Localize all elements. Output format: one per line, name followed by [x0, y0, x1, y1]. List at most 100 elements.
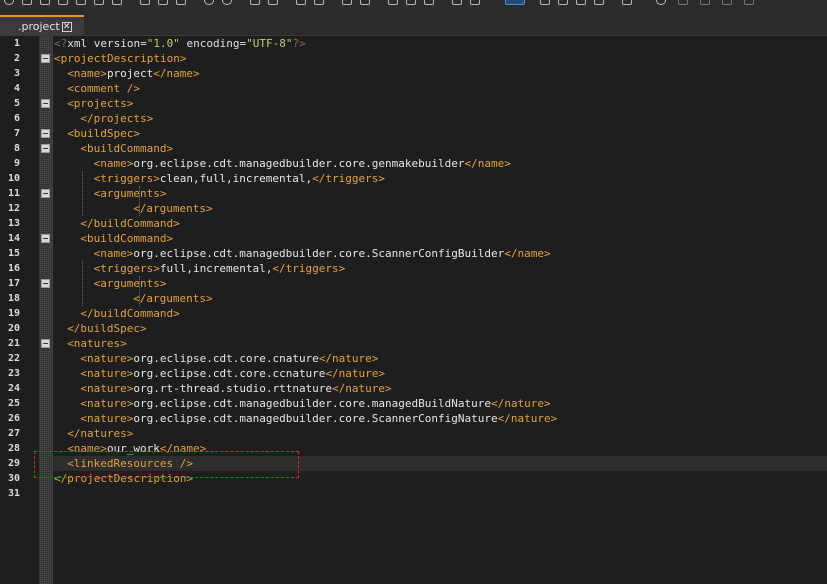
toolbar-new-icon[interactable]: [4, 0, 14, 5]
tab-label: .project: [18, 20, 60, 33]
indent-guide: [139, 276, 140, 306]
fold-collapse-icon[interactable]: [41, 189, 50, 198]
line-number: 27: [7, 428, 20, 439]
code-token: </arguments>: [133, 202, 213, 215]
code-line: <nature>org.eclipse.cdt.core.cnature</na…: [80, 351, 378, 366]
toolbar-save-macro-icon[interactable]: [744, 0, 754, 5]
line-number: 19: [7, 308, 20, 319]
line-number-gutter: 1 2 3 4 5 6 7 8 9 10 11 12 13 14 15 16 17 18 19 20 21 22 23 24 2…: [0, 36, 39, 584]
code-token: org.eclipse.cdt.core.ccnature: [133, 367, 326, 380]
code-token: <triggers>: [93, 262, 160, 275]
toolbar-redo-icon[interactable]: [222, 0, 232, 5]
line-number: 17: [7, 278, 20, 289]
toolbar-zoom-out-icon[interactable]: [314, 0, 324, 5]
code-token: </nature>: [491, 397, 551, 410]
indent-guide: [82, 171, 83, 216]
toolbar-open-icon[interactable]: [22, 0, 32, 5]
code-token: <comment />: [67, 82, 141, 95]
code-token: <nature>: [80, 397, 134, 410]
line-number: 10: [7, 173, 20, 184]
code-token: </nature>: [332, 382, 392, 395]
toolbar-zoom-in-icon[interactable]: [296, 0, 306, 5]
toolbar-replace-icon[interactable]: [268, 0, 278, 5]
line-number: 15: [7, 248, 20, 259]
code-token: </buildCommand>: [80, 217, 180, 230]
indent-guide: [139, 186, 140, 216]
code-line: <name>org.eclipse.cdt.managedbuilder.cor…: [94, 246, 551, 261]
code-token: project: [106, 67, 154, 80]
fold-collapse-icon[interactable]: [41, 234, 50, 243]
fold-collapse-icon[interactable]: [41, 129, 50, 138]
code-token: full,incremental,: [159, 262, 273, 275]
close-icon[interactable]: ✕: [61, 21, 72, 32]
toolbar-monitor-icon[interactable]: [558, 0, 568, 5]
code-line: <arguments>: [94, 276, 167, 291]
code-line: </buildSpec>: [67, 321, 146, 336]
toolbar-undo-icon[interactable]: [204, 0, 214, 5]
line-number: 23: [7, 368, 20, 379]
toolbar-copy-icon[interactable]: [158, 0, 168, 5]
code-token: <name>: [67, 67, 107, 80]
code-token: <buildSpec>: [67, 127, 141, 140]
toolbar-macro-icon[interactable]: [594, 0, 604, 5]
toolbar-function-list-icon[interactable]: [505, 0, 525, 5]
code-line: <arguments>: [94, 186, 167, 201]
code-line: <buildCommand>: [80, 231, 173, 246]
line-number: 16: [7, 263, 20, 274]
toolbar-find-icon[interactable]: [250, 0, 260, 5]
toolbar-stop-icon[interactable]: [678, 0, 688, 5]
toolbar-spell-icon[interactable]: [576, 0, 586, 5]
toolbar-lang-icon[interactable]: [452, 0, 462, 5]
code-token: ?>: [292, 37, 306, 50]
toolbar-paste-icon[interactable]: [176, 0, 186, 5]
code-line: <nature>org.rt-thread.studio.rttnature</…: [80, 381, 391, 396]
toolbar-wrap-icon[interactable]: [388, 0, 398, 5]
toolbar-sync-h-icon[interactable]: [360, 0, 370, 5]
code-token: xml version=: [67, 37, 147, 50]
fold-collapse-icon[interactable]: [41, 54, 50, 63]
fold-collapse-icon[interactable]: [41, 99, 50, 108]
code-editor[interactable]: <?xml version="1.0" encoding="UTF-8"?> <p…: [53, 36, 827, 584]
code-line: <natures>: [67, 336, 127, 351]
toolbar-cut-icon[interactable]: [140, 0, 150, 5]
line-number: 2: [13, 53, 20, 64]
line-number: 25: [7, 398, 20, 409]
code-token: <nature>: [80, 367, 134, 380]
code-token: </nature>: [318, 352, 379, 365]
toolbar-folder-workspace-icon[interactable]: [540, 0, 550, 5]
toolbar-indent-guide-icon[interactable]: [424, 0, 434, 5]
code-line: </buildCommand>: [80, 216, 179, 231]
toolbar-close-icon[interactable]: [76, 0, 86, 5]
fold-collapse-icon[interactable]: [41, 279, 50, 288]
code-token: </buildCommand>: [80, 307, 180, 320]
code-line: <?xml version="1.0" encoding="UTF-8"?>: [54, 36, 306, 51]
code-token: <nature>: [80, 382, 134, 395]
toolbar-save-all-icon[interactable]: [58, 0, 68, 5]
code-token: org.eclipse.cdt.managedbuilder.core.Scan…: [133, 412, 498, 425]
code-token: <natures>: [67, 337, 127, 350]
code-token: <?: [54, 37, 68, 50]
toolbar-close-all-icon[interactable]: [94, 0, 104, 5]
fold-collapse-icon[interactable]: [41, 144, 50, 153]
toolbar-play-multi-icon[interactable]: [722, 0, 732, 5]
toolbar-print-icon[interactable]: [112, 0, 122, 5]
code-line: <buildSpec>: [67, 126, 140, 141]
fold-margin[interactable]: [39, 36, 53, 584]
toolbar-all-chars-icon[interactable]: [406, 0, 416, 5]
code-line: <name>org.eclipse.cdt.managedbuilder.cor…: [94, 156, 511, 171]
code-line: </arguments>: [133, 201, 212, 216]
code-token: <name>: [93, 157, 134, 170]
tab-project-file[interactable]: .project ✕: [0, 15, 84, 36]
fold-collapse-icon[interactable]: [41, 339, 50, 348]
code-token: </name>: [464, 157, 511, 170]
toolbar-play-icon[interactable]: [700, 0, 710, 5]
tab-bar: .project ✕: [0, 8, 827, 36]
code-line: <comment />: [67, 81, 140, 96]
toolbar-doc-map-icon[interactable]: [470, 0, 480, 5]
toolbar-record-icon[interactable]: [656, 0, 666, 5]
toolbar-sync-v-icon[interactable]: [342, 0, 352, 5]
code-line: <nature>org.eclipse.cdt.managedbuilder.c…: [80, 396, 550, 411]
toolbar-save-icon[interactable]: [40, 0, 50, 5]
code-token: org.eclipse.cdt.managedbuilder.core.Scan…: [133, 247, 505, 260]
toolbar-macro-stop-icon[interactable]: [622, 0, 632, 5]
